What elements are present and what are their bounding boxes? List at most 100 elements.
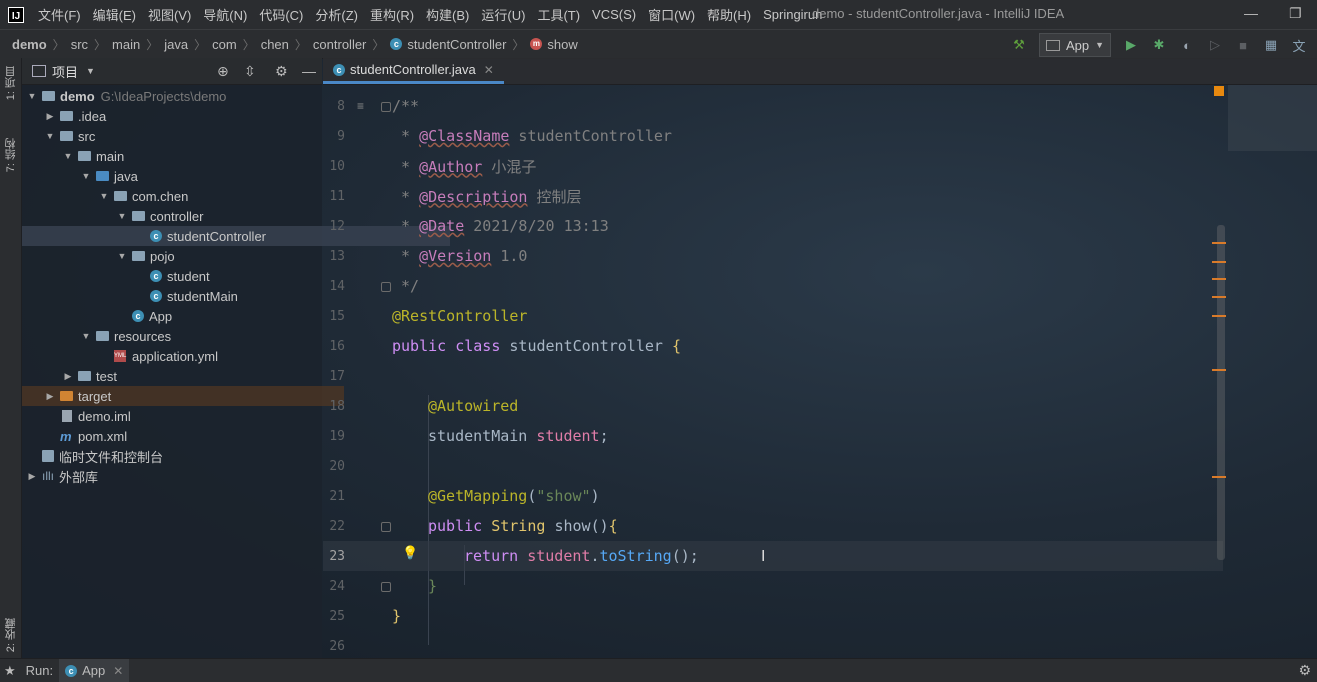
fold-icon[interactable] bbox=[381, 582, 391, 592]
hammer-build-icon[interactable]: ⚒ bbox=[1011, 37, 1027, 53]
expand-arrow-icon[interactable]: ▼ bbox=[116, 211, 128, 221]
left-tool-strip: 1: 项目 7: 结构 2: 收藏 bbox=[0, 58, 22, 658]
breadcrumb-controller[interactable]: controller bbox=[313, 37, 366, 52]
expand-arrow-icon[interactable]: ▼ bbox=[98, 191, 110, 201]
menu-view[interactable]: 视图(V) bbox=[142, 5, 197, 24]
tree-item-label: demo.iml bbox=[78, 408, 131, 424]
project-tool-tab[interactable]: 1: 项目 bbox=[3, 66, 19, 100]
menu-refactor[interactable]: 重构(R) bbox=[364, 5, 420, 24]
menu-vcs[interactable]: VCS(S) bbox=[586, 7, 642, 22]
structure-tool-tab[interactable]: 7: 结构 bbox=[3, 138, 19, 172]
string-literal: "show" bbox=[536, 487, 591, 505]
editor-scrollbar[interactable] bbox=[1217, 225, 1225, 560]
minimize-icon[interactable]: — bbox=[1244, 5, 1258, 21]
fold-icon[interactable] bbox=[381, 102, 391, 112]
expand-arrow-icon[interactable]: ▼ bbox=[26, 91, 38, 101]
expand-arrow-icon[interactable]: ▼ bbox=[80, 331, 92, 341]
debug-icon[interactable]: ✱ bbox=[1151, 37, 1167, 53]
project-panel-title[interactable]: 项目 bbox=[52, 62, 78, 81]
expand-arrow-icon[interactable]: ▼ bbox=[80, 171, 92, 181]
menu-file[interactable]: 文件(F) bbox=[32, 5, 87, 24]
stop-icon[interactable]: ■ bbox=[1235, 37, 1251, 53]
menu-help[interactable]: 帮助(H) bbox=[701, 5, 757, 24]
breadcrumb-src[interactable]: src bbox=[71, 37, 88, 52]
expand-arrow-icon[interactable]: ▼ bbox=[116, 251, 128, 261]
tree-item-demo-iml[interactable]: demo.iml bbox=[22, 406, 362, 426]
gear-icon[interactable]: ⚙ bbox=[1298, 662, 1311, 679]
profile-icon[interactable]: ▷ bbox=[1207, 37, 1223, 53]
code-minimap[interactable] bbox=[1228, 85, 1317, 151]
fold-icon[interactable] bbox=[381, 522, 391, 532]
scroll-marker[interactable] bbox=[1212, 242, 1226, 244]
close-icon[interactable]: ✕ bbox=[484, 63, 494, 77]
expand-arrow-icon[interactable]: ▶ bbox=[44, 391, 56, 402]
menu-run[interactable]: 运行(U) bbox=[475, 5, 531, 24]
breadcrumb-demo[interactable]: demo bbox=[12, 37, 47, 52]
scroll-marker[interactable] bbox=[1212, 315, 1226, 317]
favorites-tool-tab[interactable]: 2: 收藏 bbox=[3, 618, 19, 652]
expand-arrow-icon[interactable]: ▶ bbox=[62, 371, 74, 382]
coverage-icon[interactable]: ◐ bbox=[1179, 37, 1195, 53]
tree-item-pom-xml[interactable]: m pom.xml bbox=[22, 426, 360, 446]
doc-render-icon[interactable]: ≡ bbox=[357, 99, 364, 113]
fold-icon[interactable] bbox=[381, 282, 391, 292]
expand-arrow-icon[interactable]: ▼ bbox=[44, 131, 56, 141]
menu-navigate[interactable]: 导航(N) bbox=[197, 5, 253, 24]
class-icon: c bbox=[150, 290, 162, 302]
tree-item-src[interactable]: ▼ src bbox=[22, 126, 344, 146]
expand-arrow-icon[interactable]: ▶ bbox=[44, 111, 56, 122]
menu-code[interactable]: 代码(C) bbox=[253, 5, 309, 24]
tree-item-scratches[interactable]: 临时文件和控制台 bbox=[22, 446, 342, 466]
code-line: 19 studentMain student; bbox=[323, 421, 1223, 451]
code-editor[interactable]: 8 ≡ /** 9 * @ClassName studentController… bbox=[323, 85, 1317, 655]
gear-icon[interactable]: ⚙ bbox=[275, 63, 288, 80]
breadcrumb-chen[interactable]: chen bbox=[261, 37, 289, 52]
chevron-down-icon[interactable]: ▼ bbox=[86, 66, 95, 76]
breadcrumb-class[interactable]: c studentController bbox=[390, 37, 506, 52]
translate-icon[interactable]: 文 bbox=[1291, 37, 1307, 54]
close-icon[interactable]: ✕ bbox=[113, 664, 123, 678]
tree-item-target[interactable]: ▶ target bbox=[22, 386, 344, 406]
breadcrumb-method[interactable]: m show bbox=[530, 37, 578, 52]
scroll-marker[interactable] bbox=[1212, 261, 1226, 263]
collapse-all-icon[interactable]: ⇳ bbox=[244, 63, 256, 80]
breadcrumb-java[interactable]: java bbox=[164, 37, 188, 52]
tree-item-label: pojo bbox=[150, 248, 175, 264]
editor-tab-student-controller[interactable]: c studentController.java ✕ bbox=[323, 58, 504, 84]
scroll-marker[interactable] bbox=[1212, 278, 1226, 280]
tree-item-label: App bbox=[149, 308, 173, 324]
chevron-right-icon: 〉 bbox=[294, 37, 307, 52]
folder-icon bbox=[78, 371, 91, 381]
expand-arrow-icon[interactable]: ▼ bbox=[62, 151, 74, 161]
scroll-marker[interactable] bbox=[1212, 476, 1226, 478]
expand-arrow-icon[interactable]: ▶ bbox=[26, 471, 38, 482]
scroll-marker[interactable] bbox=[1212, 369, 1226, 371]
annotation: @RestController bbox=[392, 307, 528, 325]
tree-item-label: resources bbox=[114, 328, 172, 344]
restore-icon[interactable]: ❐ bbox=[1289, 5, 1302, 22]
tree-item-main[interactable]: ▼ main bbox=[22, 146, 362, 166]
menu-analyze[interactable]: 分析(Z) bbox=[309, 5, 364, 24]
menu-tools[interactable]: 工具(T) bbox=[531, 5, 586, 24]
inspection-warning-icon[interactable] bbox=[1214, 86, 1224, 96]
lightbulb-icon[interactable]: 💡 bbox=[402, 545, 418, 561]
menu-window[interactable]: 窗口(W) bbox=[642, 5, 701, 24]
project-panel: 项目 ▼ ⊕ ⇳ ⚙ — ▼ demo G:\IdeaProjects\demo… bbox=[22, 58, 450, 658]
star-icon[interactable]: ★ bbox=[4, 663, 16, 679]
breadcrumb-com[interactable]: com bbox=[212, 37, 237, 52]
run-icon[interactable]: ▶ bbox=[1123, 37, 1139, 53]
menu-build[interactable]: 构建(B) bbox=[420, 5, 475, 24]
tree-item-test[interactable]: ▶ test bbox=[22, 366, 362, 386]
run-tab-app[interactable]: c App ✕ bbox=[59, 659, 130, 682]
scroll-marker[interactable] bbox=[1212, 296, 1226, 298]
hide-icon[interactable]: — bbox=[302, 63, 316, 79]
project-structure-icon[interactable]: ▦ bbox=[1263, 37, 1279, 53]
tree-item-external-libraries[interactable]: ▶ ıllı 外部库 bbox=[22, 466, 326, 486]
menu-edit[interactable]: 编辑(E) bbox=[87, 5, 142, 24]
run-config-select[interactable]: App ▼ bbox=[1038, 33, 1111, 57]
tree-item-demo[interactable]: ▼ demo G:\IdeaProjects\demo bbox=[22, 86, 326, 106]
breadcrumb-main[interactable]: main bbox=[112, 37, 140, 52]
locate-icon[interactable]: ⊕ bbox=[217, 63, 229, 80]
tree-item-idea[interactable]: ▶ .idea bbox=[22, 106, 344, 126]
method-icon: m bbox=[530, 38, 543, 50]
